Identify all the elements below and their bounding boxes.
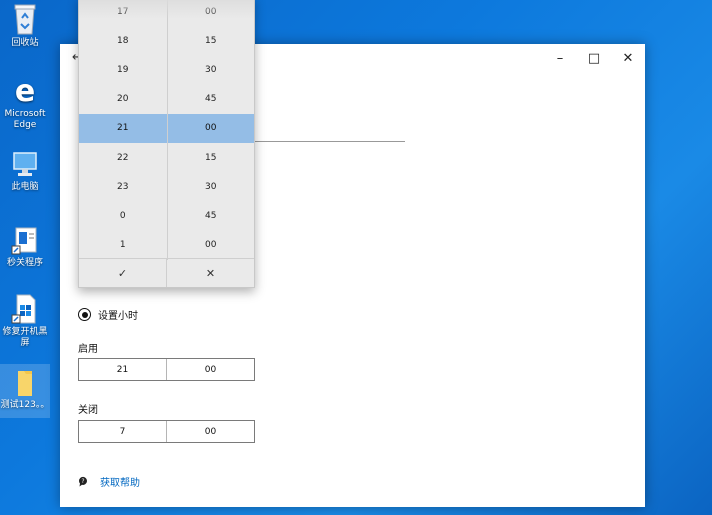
desktop-icon-label: 秒关程序 [6, 258, 43, 268]
minute-option[interactable]: 45 [168, 201, 255, 230]
folder-icon [18, 371, 32, 396]
minute-option[interactable]: 15 [168, 26, 255, 55]
desktop-icon-label: 此电脑 [11, 182, 39, 192]
start-time-picker[interactable]: 21 00 [78, 358, 255, 381]
hour-option[interactable]: 23 [79, 172, 167, 201]
titlebar-controls: – □ ✕ [543, 44, 645, 72]
minute-option[interactable]: 00 [168, 231, 255, 260]
hour-option[interactable]: 17 [79, 0, 167, 26]
time-picker-flyout[interactable]: 17 18 19 20 21 22 23 0 1 00 15 30 45 00 15 30 45 00 ✓ ✕ [78, 0, 255, 288]
hour-option[interactable]: 22 [79, 143, 167, 172]
get-help-label[interactable]: 获取帮助 [100, 474, 140, 489]
picker-columns: 17 18 19 20 21 22 23 0 1 00 15 30 45 00 15 30 45 00 [79, 0, 254, 260]
end-hour[interactable]: 7 [79, 421, 166, 442]
hour-option[interactable]: 18 [79, 26, 167, 55]
desktop-icon-app-shortcut[interactable]: 秒关程序 [0, 226, 50, 269]
desktop-icon-this-pc[interactable]: 此电脑 [0, 150, 50, 193]
minute-option-selected[interactable]: 00 [167, 113, 254, 143]
radio-label: 设置小时 [98, 311, 138, 322]
hour-option[interactable]: 19 [79, 55, 167, 84]
this-pc-icon [13, 152, 37, 176]
desktop-icon-edge[interactable]: e Microsoft Edge [0, 75, 50, 131]
minute-option[interactable]: 30 [168, 55, 255, 84]
minimize-button[interactable]: – [543, 44, 577, 72]
maximize-button[interactable]: □ [577, 44, 611, 72]
minute-column[interactable]: 00 15 30 45 00 15 30 45 00 [166, 0, 255, 260]
get-help-link[interactable]: ? 获取帮助 [78, 474, 140, 489]
hour-option[interactable]: 20 [79, 85, 167, 114]
dismiss-button[interactable]: ✕ [166, 259, 254, 287]
hour-column[interactable]: 17 18 19 20 21 22 23 0 1 [79, 0, 167, 260]
desktop-icon-label: Microsoft Edge [4, 109, 46, 130]
hour-option[interactable]: 1 [79, 231, 167, 260]
radio-button[interactable] [78, 308, 91, 321]
accept-button[interactable]: ✓ [79, 259, 166, 287]
end-time-label: 关闭 [78, 405, 98, 416]
repair-tool-icon [11, 294, 36, 324]
recycle-bin-icon [14, 4, 36, 35]
end-minute[interactable]: 00 [166, 421, 254, 442]
desktop-icon-recycle-bin[interactable]: 回收站 [0, 2, 50, 49]
minute-option[interactable]: 45 [168, 85, 255, 114]
start-hour[interactable]: 21 [79, 359, 166, 380]
hour-option[interactable]: 0 [79, 201, 167, 230]
radio-selected-dot [81, 311, 88, 318]
radio-set-hours[interactable]: 设置小时 [78, 307, 138, 322]
svg-text:e: e [15, 75, 35, 107]
desktop-icon-label: 测试123。。 [0, 400, 50, 410]
desktop-icon-label: 回收站 [11, 38, 39, 48]
hour-option-selected[interactable]: 21 [79, 113, 167, 143]
end-time-picker[interactable]: 7 00 [78, 420, 255, 443]
text-field-underline [255, 141, 405, 142]
desktop-icon-folder[interactable]: 测试123。。 [0, 364, 50, 418]
minute-option[interactable]: 15 [168, 143, 255, 172]
edge-icon: e [15, 75, 35, 107]
chat-help-icon: ? [78, 476, 87, 486]
close-button[interactable]: ✕ [611, 44, 645, 72]
picker-footer: ✓ ✕ [79, 258, 254, 287]
desktop-icon-repair-tool[interactable]: 修复开机黑屏 [0, 293, 50, 349]
minute-option[interactable]: 00 [168, 0, 255, 26]
app-shortcut-icon [11, 227, 37, 255]
desktop-icon-label: 修复开机黑屏 [2, 327, 48, 348]
start-time-label: 启用 [78, 344, 98, 355]
minute-option[interactable]: 30 [168, 172, 255, 201]
start-minute[interactable]: 00 [166, 359, 254, 380]
svg-text:?: ? [81, 478, 84, 485]
